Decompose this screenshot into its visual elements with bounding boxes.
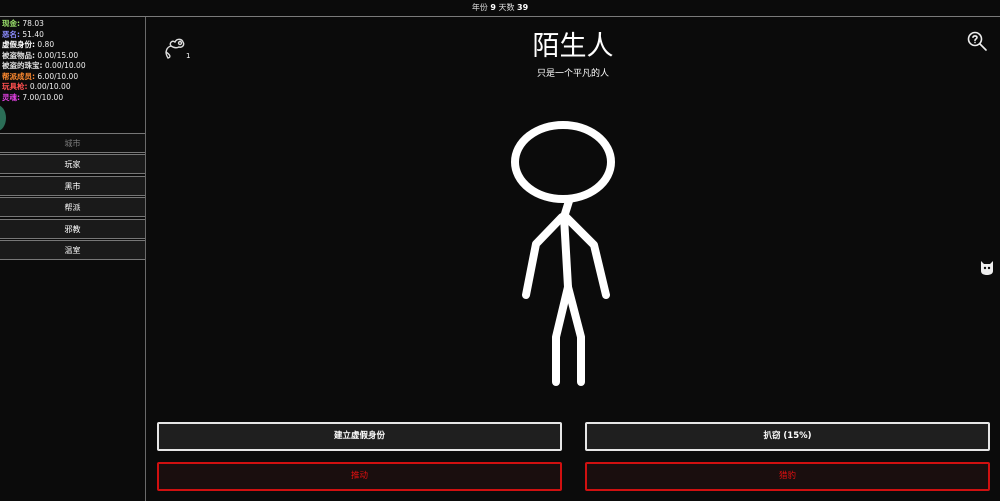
nav-item-players[interactable]: 玩家 bbox=[0, 154, 145, 175]
main-panel: 1 陌生人 只是一个平凡的人 建立虚假身份 扒窃 (15%) 推动 猎豹 bbox=[146, 17, 1000, 501]
stat-toy-guns: 玩具枪: 0.00/10.00 bbox=[2, 82, 71, 91]
year-value: 9 bbox=[490, 3, 496, 12]
stat-souls: 灵魂: 7.00/10.00 bbox=[2, 92, 64, 102]
day-label: 天数 bbox=[498, 3, 515, 12]
nav-item-gang[interactable]: 帮派 bbox=[0, 197, 145, 218]
stat-stolen-jewels: 被盗的珠宝: 0.00/10.00 bbox=[2, 61, 86, 70]
push-button[interactable]: 推动 bbox=[157, 462, 562, 491]
cat-icon[interactable] bbox=[980, 260, 994, 276]
stat-gang-members: 帮派成员: 6.00/10.00 bbox=[2, 71, 79, 81]
stat-fake-id: 虚假身份: 0.80 bbox=[2, 40, 55, 49]
nav-item-city[interactable]: 城市 bbox=[0, 133, 145, 153]
mug-button[interactable]: 猎豹 bbox=[585, 462, 990, 491]
stat-notoriety: 恶名: 51.40 bbox=[2, 29, 44, 39]
sidebar: 现金: 78.03 恶名: 51.40 虚假身份: 0.80 被盗物品: 0.0… bbox=[0, 17, 146, 501]
nav-item-greenhouse[interactable]: 温室 bbox=[0, 239, 145, 260]
year-label: 年份 bbox=[471, 3, 488, 12]
character-name: 陌生人 bbox=[532, 31, 614, 62]
stat-stolen-goods: 被盗物品: 0.00/15.00 bbox=[2, 50, 79, 60]
top-status-bar: 年份 9 天数 39 bbox=[0, 0, 1000, 17]
nav-item-cult[interactable]: 邪教 bbox=[0, 218, 145, 239]
forge-identity-button[interactable]: 建立虚假身份 bbox=[157, 422, 562, 451]
nav-item-black-market[interactable]: 黑市 bbox=[0, 175, 145, 196]
collapse-handle[interactable] bbox=[0, 105, 6, 131]
stick-figure bbox=[511, 121, 615, 386]
search-help-icon[interactable] bbox=[966, 30, 988, 52]
resource-stats: 现金: 78.03 恶名: 51.40 虚假身份: 0.80 被盗物品: 0.0… bbox=[0, 17, 145, 103]
day-value: 39 bbox=[517, 3, 529, 12]
character-description: 只是一个平凡的人 bbox=[536, 69, 609, 79]
location-nav: 城市 玩家 黑市 帮派 邪教 温室 bbox=[0, 133, 145, 261]
stat-cash: 现金: 78.03 bbox=[2, 19, 44, 28]
pickpocket-button[interactable]: 扒窃 (15%) bbox=[585, 422, 990, 451]
